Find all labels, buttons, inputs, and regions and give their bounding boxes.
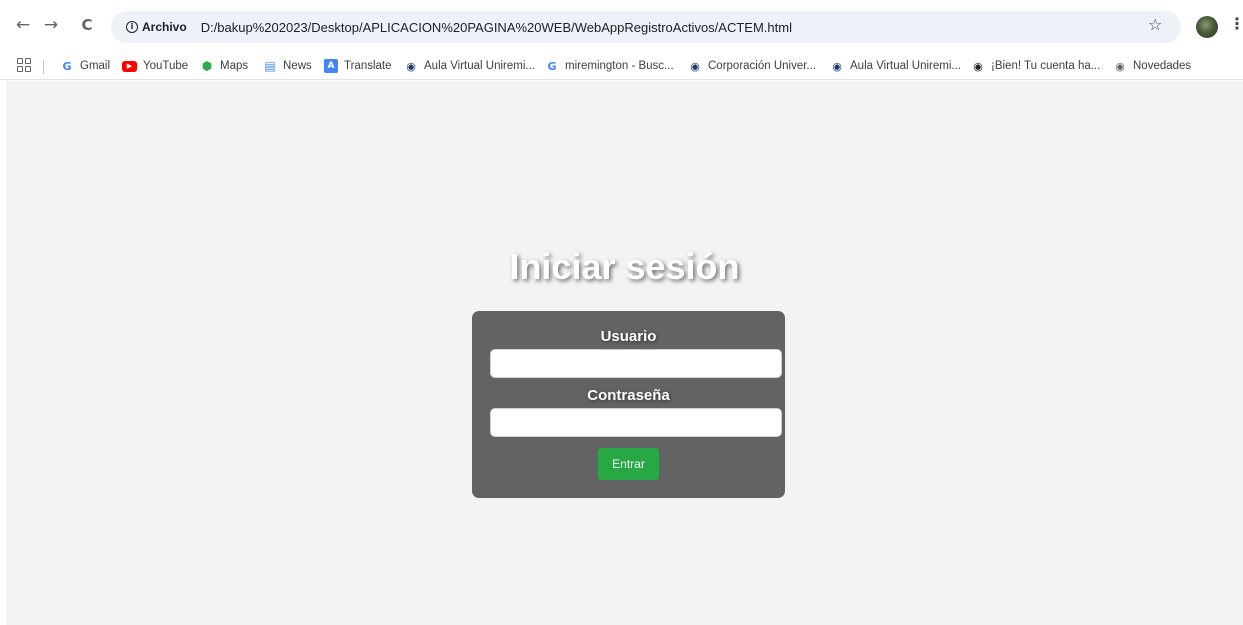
bookmark-label: miremington - Busc... [565,60,674,72]
apps-icon[interactable] [17,58,31,72]
bookmark-label: Translate [344,60,392,72]
translate-icon: A [324,59,338,73]
bookmarks-bar: G Gmail ▶ YouTube ⬢ Maps ▤ News A Transl… [0,52,1243,80]
bookmark-label: News [283,60,312,72]
login-title: Iniciar sesión [509,246,740,287]
bookmark-aula-virtual[interactable]: ◉ Aula Virtual Uniremi... [404,57,535,75]
site-info-label: Archivo [142,20,187,34]
reload-icon[interactable]: C [77,15,97,35]
bookmark-youtube[interactable]: ▶ YouTube [122,57,188,75]
bookmark-label: Aula Virtual Uniremi... [850,60,961,72]
bookmark-label: Gmail [80,60,111,72]
bookmark-label: Maps [220,60,249,72]
uniremington-icon: ◉ [690,59,700,73]
bookmark-label: ¡Bien! Tu cuenta ha... [991,60,1101,72]
password-label: Contraseña [587,387,670,404]
url-text[interactable]: D:/bakup%202023/Desktop/APLICACION%20PAG… [201,20,792,35]
address-bar[interactable]: i Archivo D:/bakup%202023/Desktop/APLICA… [111,11,1181,43]
news-icon: ▤ [264,59,276,73]
submit-button[interactable]: Entrar [598,448,659,480]
bookmark-label: YouTube [143,60,189,72]
bookmark-star-icon[interactable]: ☆ [1148,15,1162,34]
site-info-button[interactable]: i Archivo [120,15,193,39]
page-content: Iniciar sesión Usuario Contraseña Entrar [6,81,1243,625]
maps-pin-icon: ⬢ [201,59,213,73]
bookmark-news[interactable]: ▤ News [263,57,312,75]
youtube-icon: ▶ [122,60,137,72]
bookmark-novedades[interactable]: ◉ Novedades [1113,57,1191,75]
bookmark-miremington[interactable]: G miremington - Busc... [545,57,674,75]
bookmark-gmail[interactable]: G Gmail [60,57,110,75]
bookmark-maps[interactable]: ⬢ Maps [200,57,248,75]
bookmark-aula-virtual-2[interactable]: ◉ Aula Virtual Uniremi... [830,57,961,75]
bookmarks-divider [43,60,44,74]
user-label: Usuario [600,328,657,345]
uniremington-icon: ◉ [406,59,416,73]
forward-icon[interactable]: → [41,15,61,35]
bookmark-label: Aula Virtual Uniremi... [424,60,535,72]
bookmark-corporacion[interactable]: ◉ Corporación Univer... [688,57,816,75]
circle-logo-icon: ◉ [973,59,983,73]
login-form: Usuario Contraseña Entrar [472,311,785,498]
bookmark-label: Corporación Univer... [708,60,817,72]
browser-toolbar: ← → C i Archivo D:/bakup%202023/Desktop/… [0,0,1243,52]
novedades-icon: ◉ [1115,59,1125,73]
menu-icon[interactable]: ⋮ [1229,14,1243,33]
password-input[interactable] [490,408,782,437]
uniremington-icon: ◉ [832,59,842,73]
google-icon: G [547,59,557,73]
profile-avatar[interactable] [1196,16,1218,38]
bookmark-translate[interactable]: A Translate [324,57,392,75]
bookmark-label: Novedades [1133,60,1192,72]
info-icon: i [126,21,138,33]
google-icon: G [62,59,72,73]
back-icon[interactable]: ← [13,15,33,35]
bookmark-bien-cuenta[interactable]: ◉ ¡Bien! Tu cuenta ha... [971,57,1100,75]
user-input[interactable] [490,349,782,378]
